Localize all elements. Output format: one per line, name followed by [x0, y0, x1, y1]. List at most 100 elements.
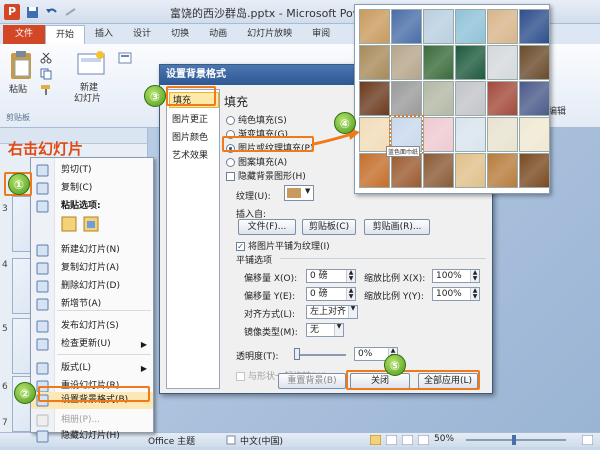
clipboard-button[interactable]: 剪贴板(C) [302, 219, 356, 235]
texture-swatch[interactable] [455, 153, 486, 188]
new-slide-label-line2[interactable]: 幻灯片 [74, 91, 101, 104]
texture-swatch[interactable] [487, 45, 518, 80]
tab-design[interactable]: 设计 [123, 25, 161, 44]
spin-buttons[interactable]: ▲▼ [346, 270, 355, 282]
menu-item-copy[interactable]: 复制(C) [31, 180, 153, 197]
paste-icon[interactable] [8, 50, 34, 80]
reading-view-icon[interactable] [402, 435, 413, 445]
nav-picture-corrections[interactable]: 图片更正 [169, 112, 219, 128]
texture-swatch[interactable] [359, 9, 390, 44]
clipart-button[interactable]: 剪贴画(R)... [364, 219, 430, 235]
normal-view-icon[interactable] [370, 435, 381, 445]
offset-y-input[interactable]: 0 磅 ▲ ▼ [306, 287, 356, 301]
texture-swatch[interactable] [519, 9, 550, 44]
undo-icon[interactable] [45, 6, 58, 19]
texture-swatch[interactable] [487, 153, 518, 188]
menu-item-new-slide[interactable]: 新建幻灯片(N) [31, 242, 153, 259]
menu-item-check-update[interactable]: 检查更新(U) ▶ [31, 336, 153, 353]
paste-keep-format-icon[interactable] [61, 216, 77, 232]
paste-picture-icon[interactable] [83, 216, 99, 232]
texture-swatch[interactable] [359, 153, 390, 188]
format-painter-icon[interactable] [40, 84, 52, 96]
new-slide-icon[interactable] [76, 50, 106, 78]
texture-dropdown[interactable]: ▼ [284, 185, 314, 201]
spellcheck-icon[interactable] [226, 435, 236, 445]
layout-icon[interactable] [118, 52, 132, 64]
checkbox-box[interactable] [226, 172, 235, 181]
tile-checkbox[interactable]: ✓ 将图片平铺为纹理(I) [236, 239, 330, 252]
menu-item-duplicate-slide[interactable]: 复制幻灯片(A) [31, 260, 153, 277]
copy-icon[interactable] [40, 68, 52, 80]
spin-buttons[interactable]: ▲▼ [470, 270, 479, 282]
texture-swatch[interactable] [423, 153, 454, 188]
fill-pattern-radio[interactable]: 图案填充(A) [226, 155, 287, 168]
texture-swatch[interactable] [391, 81, 422, 116]
tab-home[interactable]: 开始 [45, 25, 86, 44]
menu-item-publish[interactable]: 发布幻灯片(S) [31, 318, 153, 335]
chevron-down-icon[interactable]: ▼ [334, 324, 343, 336]
tab-file[interactable]: 文件 [3, 25, 46, 44]
tab-insert[interactable]: 插入 [85, 25, 123, 44]
chevron-down-icon[interactable]: ▼ [348, 306, 357, 318]
texture-swatch[interactable] [359, 45, 390, 80]
menu-item-scissors[interactable]: 剪切(T) [31, 162, 153, 179]
fill-solid-radio[interactable]: 纯色填充(S) [226, 113, 287, 126]
menu-item-album[interactable]: 相册(P)... [31, 412, 153, 429]
texture-swatch[interactable] [519, 45, 550, 80]
texture-swatch[interactable] [519, 117, 550, 152]
texture-swatch[interactable] [519, 153, 550, 188]
zoom-slider[interactable] [466, 439, 566, 441]
transparency-slider[interactable] [294, 354, 346, 356]
texture-swatch[interactable] [423, 117, 454, 152]
checkbox-box[interactable] [236, 372, 245, 381]
menu-item-delete-slide[interactable]: 删除幻灯片(D) [31, 278, 153, 295]
mirror-select[interactable]: 无 ▼ [306, 323, 344, 337]
file-button[interactable]: 文件(F)... [238, 219, 296, 235]
cut-icon[interactable] [40, 52, 52, 64]
fit-window-icon[interactable] [582, 435, 593, 445]
menu-item-paste[interactable]: 粘贴选项: [31, 198, 153, 215]
transparency-slider-thumb[interactable] [294, 348, 300, 360]
slideshow-view-icon[interactable] [418, 435, 429, 445]
texture-swatch[interactable] [455, 117, 486, 152]
powerpoint-logo-icon[interactable]: P [4, 4, 20, 20]
texture-swatch[interactable] [423, 45, 454, 80]
hide-bg-graphics-checkbox[interactable]: 隐藏背景图形(H) [226, 169, 306, 182]
offset-x-input[interactable]: 0 磅 ▲ ▼ [306, 269, 356, 283]
nav-artistic-effects[interactable]: 艺术效果 [169, 148, 219, 164]
menu-item-new-section[interactable]: 新增节(A) [31, 296, 153, 313]
align-select[interactable]: 左上对齐 ▼ [306, 305, 358, 319]
texture-swatch[interactable] [455, 81, 486, 116]
texture-swatch[interactable] [455, 45, 486, 80]
menu-item-layout[interactable]: 版式(L) ▶ [31, 360, 153, 377]
texture-swatch[interactable] [519, 81, 550, 116]
texture-swatch[interactable] [391, 45, 422, 80]
language-indicator[interactable]: 中文(中国) [240, 434, 283, 447]
texture-swatch[interactable] [391, 9, 422, 44]
scale-x-input[interactable]: 100% ▲ ▼ [432, 269, 480, 283]
zoom-slider-thumb[interactable] [512, 435, 516, 445]
scale-y-input[interactable]: 100% ▲ ▼ [432, 287, 480, 301]
paste-button-label[interactable]: 粘贴 [9, 82, 27, 95]
checkbox-box[interactable]: ✓ [236, 242, 245, 251]
texture-swatch[interactable] [487, 117, 518, 152]
tab-review[interactable]: 审阅 [302, 25, 340, 44]
save-icon[interactable] [26, 6, 39, 19]
texture-swatch[interactable] [359, 81, 390, 116]
nav-picture-color[interactable]: 图片颜色 [169, 130, 219, 146]
texture-swatch[interactable] [487, 81, 518, 116]
tab-slideshow[interactable]: 幻灯片放映 [237, 25, 302, 44]
tab-transitions[interactable]: 切换 [161, 25, 199, 44]
texture-swatch[interactable] [455, 9, 486, 44]
spin-buttons[interactable]: ▲▼ [346, 288, 355, 300]
texture-swatch[interactable] [391, 153, 422, 188]
radio-circle[interactable] [226, 158, 235, 167]
texture-swatch[interactable] [423, 81, 454, 116]
redo-icon[interactable] [64, 6, 77, 19]
texture-swatch[interactable] [423, 9, 454, 44]
zoom-level[interactable]: 50% [434, 434, 454, 444]
tab-animations[interactable]: 动画 [199, 25, 237, 44]
spin-buttons[interactable]: ▲▼ [470, 288, 479, 300]
edit-group-label[interactable]: 编辑 [548, 104, 566, 117]
radio-circle[interactable] [226, 116, 235, 125]
